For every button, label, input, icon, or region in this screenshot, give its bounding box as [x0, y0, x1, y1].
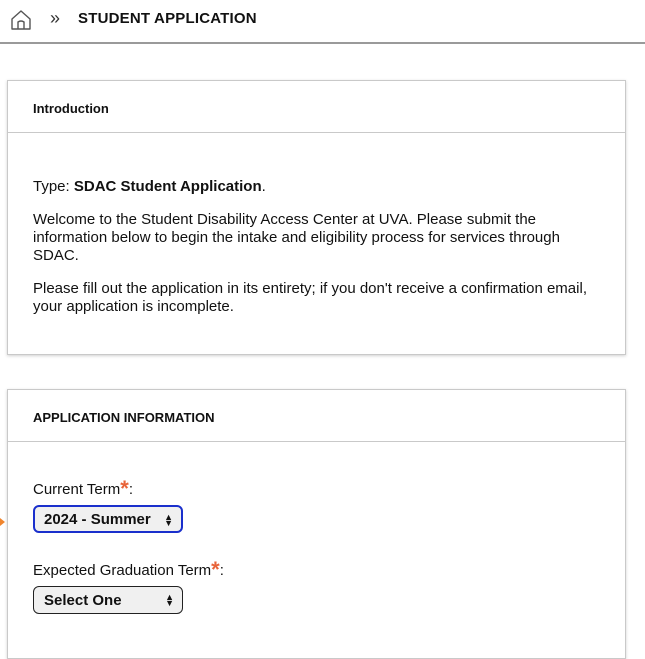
current-term-select[interactable]: 2024 - Summer ▲ ▼ — [33, 505, 183, 533]
required-marker: * — [120, 476, 129, 501]
graduation-term-label: Expected Graduation Term*: — [33, 557, 600, 582]
instructions-paragraph: Please fill out the application in its e… — [33, 280, 587, 315]
graduation-term-select[interactable]: Select One ▲ ▼ — [33, 586, 183, 614]
current-term-colon: : — [128, 481, 133, 498]
application-information-panel: APPLICATION INFORMATION Current Term*: 2… — [7, 389, 626, 659]
application-information-header: APPLICATION INFORMATION — [8, 390, 625, 442]
application-type: Type: SDAC Student Application. — [33, 178, 600, 196]
graduation-term-colon: : — [219, 562, 224, 579]
introduction-header: Introduction — [8, 81, 625, 133]
type-value: SDAC Student Application — [73, 178, 262, 195]
graduation-term-value: Select One — [44, 592, 122, 609]
current-term-value: 2024 - Summer — [44, 511, 151, 528]
breadcrumb-bar: » STUDENT APPLICATION — [0, 0, 645, 44]
page-title: STUDENT APPLICATION — [78, 10, 257, 27]
type-suffix: . — [261, 178, 266, 195]
focus-indicator-icon — [0, 518, 5, 526]
required-marker: * — [211, 557, 220, 582]
introduction-panel: Introduction Type: SDAC Student Applicat… — [7, 80, 626, 355]
breadcrumb-separator: » — [50, 8, 61, 28]
welcome-paragraph: Welcome to the Student Disability Access… — [33, 211, 560, 264]
type-prefix: Type: — [33, 178, 74, 195]
graduation-term-label-text: Expected Graduation Term — [33, 562, 212, 579]
current-term-label: Current Term*: — [33, 476, 600, 501]
current-term-label-text: Current Term — [33, 481, 121, 498]
select-arrows-icon: ▲ ▼ — [165, 592, 174, 608]
home-icon[interactable] — [10, 9, 32, 31]
select-arrows-icon: ▲ ▼ — [164, 512, 173, 528]
